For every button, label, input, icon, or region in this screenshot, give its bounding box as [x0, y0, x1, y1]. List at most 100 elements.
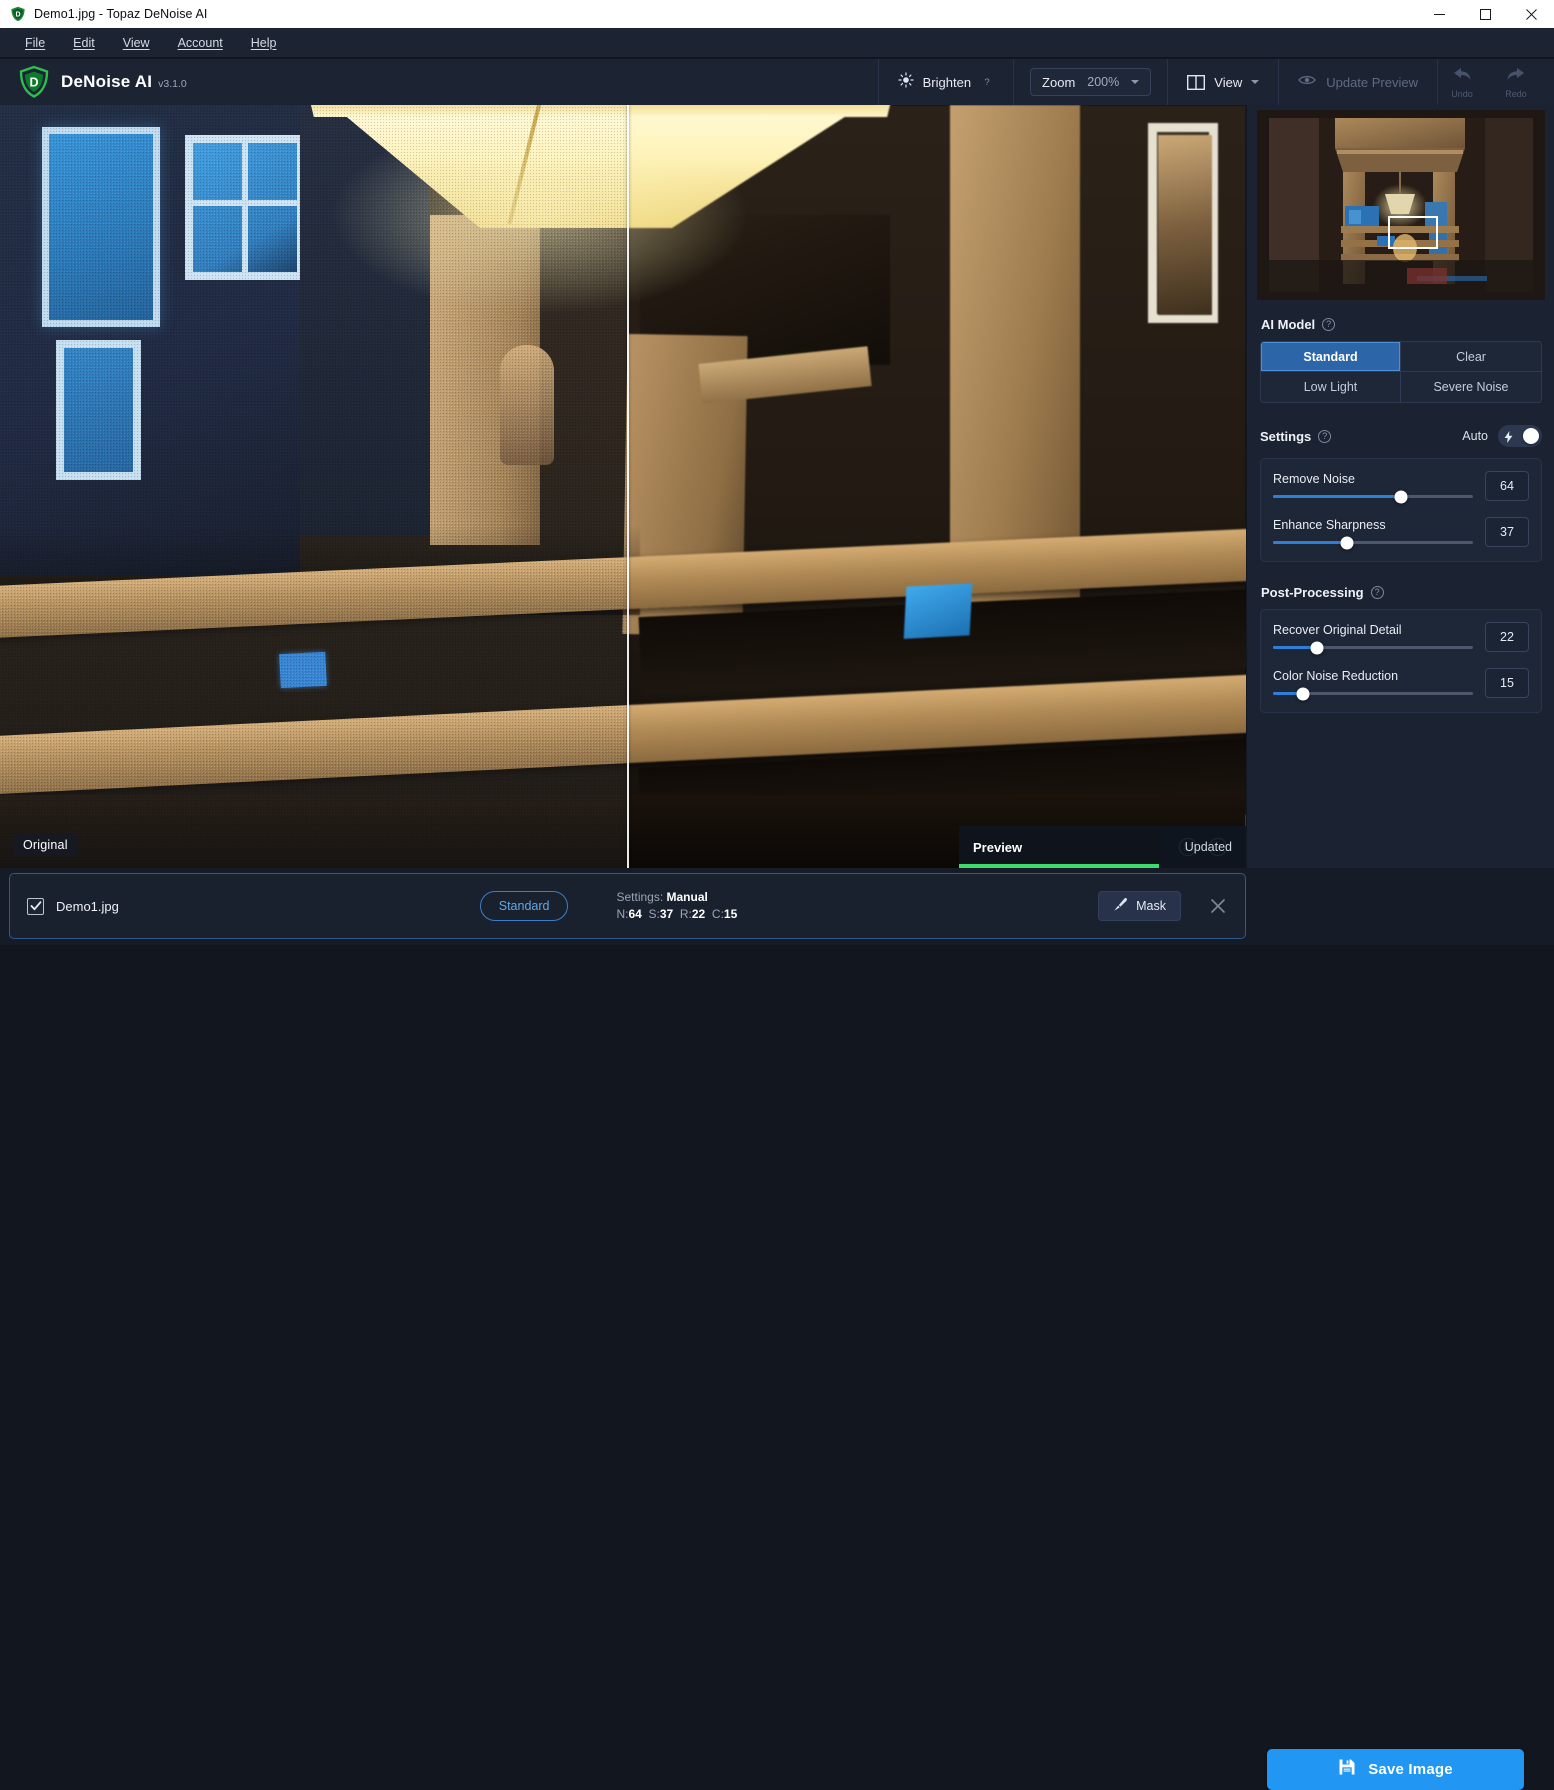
save-image-button[interactable]: Save Image — [1267, 1749, 1524, 1790]
mask-label: Mask — [1136, 899, 1166, 913]
auto-toggle-knob — [1523, 428, 1539, 444]
ai-model-severe-noise[interactable]: Severe Noise — [1401, 372, 1541, 402]
recover-original-detail-row: Recover Original Detail 22 — [1273, 622, 1529, 654]
model-pill-badge[interactable]: Standard — [479, 891, 569, 921]
lightning-bolt-icon — [1504, 430, 1513, 443]
menu-account[interactable]: Account — [167, 32, 234, 54]
remove-noise-label: Remove Noise — [1273, 472, 1355, 486]
enhance-sharpness-slider[interactable] — [1273, 536, 1473, 549]
auto-toggle[interactable] — [1498, 425, 1542, 447]
post-processing-title: Post-Processing — [1261, 585, 1364, 600]
canvas-preview-half — [627, 105, 1246, 868]
file-checkbox[interactable] — [27, 897, 44, 915]
param-c-key: C: — [711, 907, 724, 921]
file-strip[interactable]: Demo1.jpg Standard Settings: Manual N:64… — [9, 873, 1246, 939]
split-comparison-handle[interactable] — [627, 105, 629, 868]
brush-icon — [1113, 897, 1128, 915]
remove-noise-value[interactable]: 64 — [1485, 471, 1529, 501]
zoom-value: 200% — [1087, 75, 1120, 89]
recover-original-detail-slider[interactable] — [1273, 641, 1473, 654]
ai-model-help-icon[interactable]: ? — [1322, 318, 1336, 331]
enhance-sharpness-row: Enhance Sharpness 37 — [1273, 517, 1529, 549]
settings-prefix: Settings: — [616, 889, 664, 904]
ai-model-standard[interactable]: Standard — [1261, 342, 1401, 372]
menu-file-label: File — [25, 35, 46, 50]
param-n-key: N: — [616, 907, 629, 921]
close-button[interactable] — [1508, 0, 1554, 28]
svg-text:D: D — [29, 76, 38, 90]
color-noise-reduction-label: Color Noise Reduction — [1273, 669, 1399, 683]
update-preview-label: Update Preview — [1326, 74, 1418, 90]
preview-status-text: Updated — [1184, 840, 1232, 854]
menu-help[interactable]: Help — [240, 32, 288, 54]
window-title-text: Demo1.jpg - Topaz DeNoise AI — [34, 7, 208, 21]
menu-view-label: View — [122, 35, 150, 50]
ai-model-clear[interactable]: Clear — [1401, 342, 1541, 372]
settings-panel: AI Model ? Standard Clear Low Light Seve… — [1246, 105, 1554, 868]
param-s-key: S: — [648, 907, 660, 921]
color-noise-reduction-slider[interactable] — [1273, 687, 1473, 700]
split-view-icon — [1187, 74, 1206, 90]
preview-status-bar: Preview Updated — [959, 826, 1246, 868]
ai-model-section-header: AI Model ? — [1261, 317, 1554, 332]
ai-model-title: AI Model — [1261, 317, 1316, 332]
brighten-label: Brighten — [922, 74, 972, 90]
update-preview-button[interactable]: Update Preview — [1279, 59, 1437, 105]
settings-help-icon[interactable]: ? — [1318, 429, 1332, 443]
settings-mode-line: Settings: Manual — [616, 889, 737, 906]
settings-params-line: N:64 S:37 R:22 C:15 — [616, 906, 737, 923]
zoom-label: Zoom — [1042, 74, 1076, 90]
undo-button[interactable]: Undo — [1438, 59, 1486, 105]
app-header-toolbar: D DeNoise AI v3.1.0 Brighten ? Zoom 200% — [0, 59, 1554, 105]
settings-title: Settings — [1260, 428, 1312, 444]
param-r-value: 22 — [691, 907, 706, 921]
eye-icon — [1298, 73, 1317, 91]
file-name: Demo1.jpg — [56, 898, 119, 914]
svg-text:D: D — [15, 12, 20, 19]
maximize-button[interactable] — [1462, 0, 1508, 28]
enhance-sharpness-label: Enhance Sharpness — [1273, 518, 1386, 532]
color-noise-reduction-value[interactable]: 15 — [1485, 668, 1529, 698]
post-processing-sliders-card: Recover Original Detail 22 Color Noise R… — [1260, 609, 1542, 713]
view-mode-button[interactable]: View — [1168, 59, 1278, 105]
brightness-icon — [898, 71, 914, 93]
menu-edit[interactable]: Edit — [62, 32, 106, 54]
menu-file[interactable]: File — [14, 32, 56, 54]
post-processing-help-icon[interactable]: ? — [1370, 586, 1384, 599]
minimize-button[interactable] — [1416, 0, 1462, 28]
topaz-shield-icon: D — [10, 6, 26, 22]
menu-view[interactable]: View — [112, 32, 161, 54]
save-image-label: Save Image — [1368, 1761, 1453, 1778]
recover-original-detail-label: Recover Original Detail — [1273, 623, 1402, 637]
preview-progress-bar — [959, 864, 1159, 868]
enhance-sharpness-value[interactable]: 37 — [1485, 517, 1529, 547]
navigator-viewport-rect[interactable] — [1388, 216, 1438, 249]
view-label: View — [1214, 74, 1243, 90]
denoise-shield-logo-icon: D — [17, 65, 51, 99]
mask-button[interactable]: Mask — [1098, 891, 1181, 921]
undo-label: Undo — [1451, 89, 1473, 99]
chevron-down-icon — [1131, 80, 1140, 84]
image-canvas[interactable]: Original Preview Updated — [0, 105, 1246, 868]
navigator-thumbnail[interactable] — [1257, 110, 1545, 300]
redo-label: Redo — [1505, 89, 1527, 99]
recover-original-detail-value[interactable]: 22 — [1485, 622, 1529, 652]
remove-file-close-icon[interactable] — [1207, 895, 1229, 917]
param-n-value: 64 — [628, 907, 642, 921]
remove-noise-slider[interactable] — [1273, 490, 1473, 503]
menu-help-label: Help — [250, 35, 277, 50]
brand-version: v3.1.0 — [158, 78, 187, 90]
menu-edit-label: Edit — [73, 35, 95, 50]
ai-model-low-light[interactable]: Low Light — [1261, 372, 1401, 402]
param-r-key: R: — [679, 907, 692, 921]
window-title-bar: D Demo1.jpg - Topaz DeNoise AI — [0, 0, 1554, 28]
redo-button[interactable]: Redo — [1492, 59, 1540, 105]
settings-mode: Manual — [666, 889, 708, 904]
brighten-help-icon[interactable]: ? — [980, 75, 994, 89]
undo-arrow-icon — [1451, 65, 1473, 88]
bottom-bar: Demo1.jpg Standard Settings: Manual N:64… — [0, 868, 1554, 1790]
scene-denoised — [627, 105, 1246, 868]
zoom-selector[interactable]: Zoom 200% — [1030, 68, 1152, 96]
brighten-button[interactable]: Brighten ? — [879, 59, 1013, 105]
menu-account-label: Account — [177, 35, 223, 50]
